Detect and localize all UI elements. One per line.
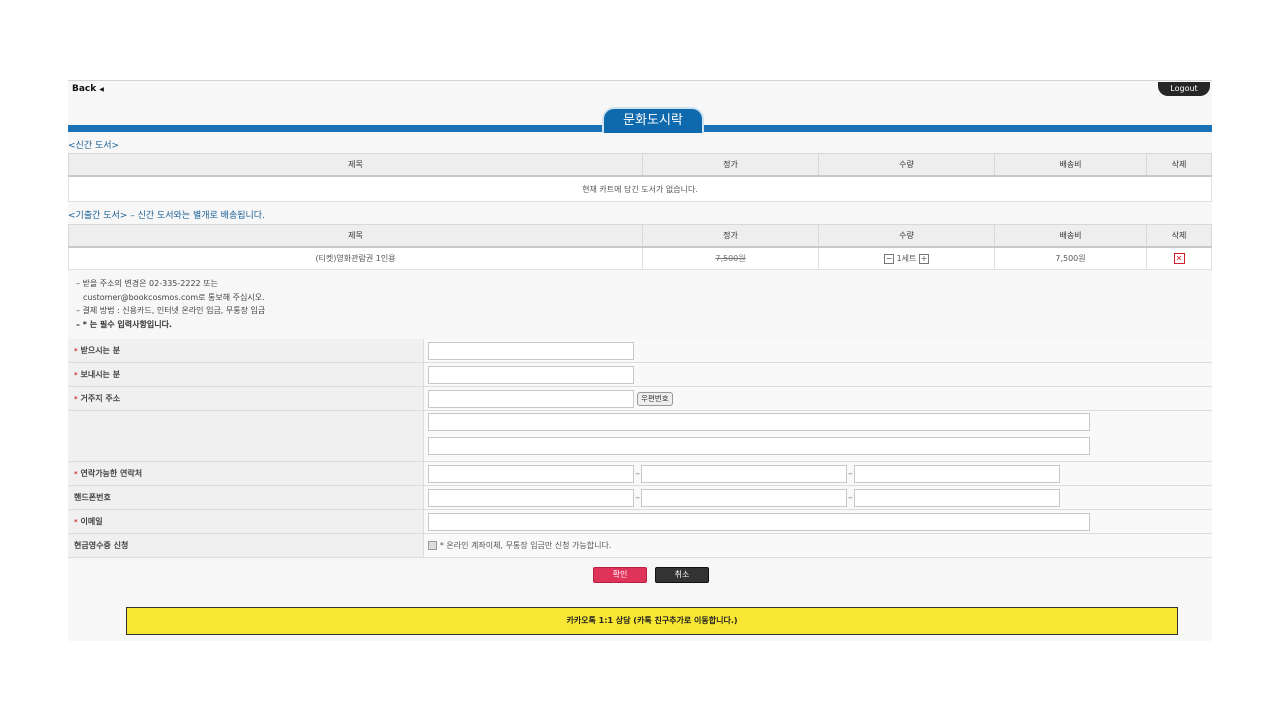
phone-part3-input[interactable] xyxy=(854,464,1060,483)
note-line: – * 는 필수 입력사항입니다. xyxy=(76,319,172,329)
recipient-cell xyxy=(423,339,1212,363)
note-line: – 결제 방법 : 신용카드, 인터넷 온라인 입금, 무통장 입금 xyxy=(76,306,266,315)
item-shipping: 7,500원 xyxy=(994,246,1147,270)
required-mark: * xyxy=(74,371,78,379)
item-delete-cell: ✕ xyxy=(1146,246,1212,270)
empty-cart-message: 현재 카트에 담긴 도서가 없습니다. xyxy=(68,175,1212,202)
mobile-label: 핸드폰번호 xyxy=(68,485,424,510)
address-line1-input[interactable] xyxy=(428,413,1090,431)
zipcode-input[interactable] xyxy=(428,389,634,408)
item-price-value: 7,500원 xyxy=(715,254,746,263)
table-header-row: 제목 정가 수량 배송비 삭제 xyxy=(68,224,1212,248)
col-delete: 삭제 xyxy=(1146,224,1212,248)
address-detail-label xyxy=(68,410,424,462)
phone-part2-input[interactable] xyxy=(641,464,847,483)
note-line: – 받을 주소의 변경은 02-335-2222 또는 xyxy=(76,279,218,288)
recipient-label: * 받으시는 분 xyxy=(68,339,424,363)
address-label-text: 거주지 주소 xyxy=(80,394,121,403)
recipient-label-text: 받으시는 분 xyxy=(80,346,121,355)
phone-part1-input[interactable] xyxy=(428,464,634,483)
shipping-form: * 받으시는 분 * 보내시는 분 * 거주지 주소 우편번호 * 연락가능한 … xyxy=(68,339,1212,558)
receipt-label: 현금영수증 신청 xyxy=(68,533,424,558)
recipient-input[interactable] xyxy=(428,341,634,360)
cancel-button[interactable]: 취소 xyxy=(655,567,709,583)
old-books-title: <기출간 도서> xyxy=(68,211,128,221)
address-detail-cell xyxy=(423,410,1212,462)
col-title: 제목 xyxy=(68,153,643,177)
email-input[interactable] xyxy=(428,512,1090,531)
sender-label: * 보내시는 분 xyxy=(68,362,424,387)
confirm-button[interactable]: 확인 xyxy=(593,567,647,583)
form-row: * 받으시는 분 xyxy=(68,339,1212,363)
required-mark: * xyxy=(74,518,78,526)
required-mark: * xyxy=(74,470,78,478)
zipcode-cell: 우편번호 xyxy=(423,386,1212,411)
email-label: * 이메일 xyxy=(68,509,424,534)
qty-plus-button[interactable]: + xyxy=(918,253,929,264)
separator: – xyxy=(635,468,640,479)
contact-label-text: 연락가능한 연락처 xyxy=(80,469,143,478)
form-row: 현금영수증 신청 * 온라인 계좌이체, 무통장 입금만 신청 가능합니다. xyxy=(68,533,1212,558)
col-shipping: 배송비 xyxy=(994,224,1147,248)
page-title: 문화도시락 xyxy=(602,107,704,133)
item-title: (티켓)영화관람권 1인용 xyxy=(68,246,643,270)
new-books-table: 제목 정가 수량 배송비 삭제 현재 카트에 담긴 도서가 없습니다. xyxy=(68,153,1212,202)
kakao-chat-button[interactable]: 카카오톡 1:1 상담 (카톡 친구추가로 이동합니다.) xyxy=(126,607,1178,635)
required-mark: * xyxy=(74,347,78,355)
back-button[interactable]: Back ◀ xyxy=(72,84,104,94)
form-row: 핸드폰번호 – – xyxy=(68,485,1212,510)
col-price: 정가 xyxy=(642,224,819,248)
sender-cell xyxy=(423,362,1212,387)
col-qty: 수량 xyxy=(818,153,995,177)
receipt-cell: * 온라인 계좌이체, 무통장 입금만 신청 가능합니다. xyxy=(423,533,1212,558)
old-books-note: – 신간 도서와는 별개로 배송됩니다. xyxy=(130,211,265,221)
new-books-label: <신간 도서> xyxy=(68,141,120,151)
receipt-checkbox[interactable] xyxy=(428,541,437,550)
sender-input[interactable] xyxy=(428,365,634,384)
mobile-part1-input[interactable] xyxy=(428,488,634,507)
separator: – xyxy=(848,492,853,503)
form-row: * 이메일 xyxy=(68,509,1212,534)
email-cell xyxy=(423,509,1212,534)
address-line2-input[interactable] xyxy=(428,437,1090,455)
separator: – xyxy=(635,492,640,503)
item-qty-cell: − 1세트 + xyxy=(818,246,995,270)
contact-label: * 연락가능한 연락처 xyxy=(68,461,424,486)
mobile-part2-input[interactable] xyxy=(641,488,847,507)
form-row: * 연락가능한 연락처 – – xyxy=(68,461,1212,486)
left-triangle-icon: ◀ xyxy=(99,85,104,93)
logout-button[interactable]: Logout xyxy=(1158,82,1210,96)
old-books-table: 제목 정가 수량 배송비 삭제 (티켓)영화관람권 1인용 7,500원 − 1… xyxy=(68,224,1212,270)
order-notes: – 받을 주소의 변경은 02-335-2222 또는 customer@boo… xyxy=(76,277,265,331)
col-price: 정가 xyxy=(642,153,819,177)
item-qty: 1세트 xyxy=(896,254,917,263)
old-books-label: <기출간 도서> – 신간 도서와는 별개로 배송됩니다. xyxy=(68,208,265,221)
separator: – xyxy=(848,468,853,479)
order-page: Back ◀ Logout 문화도시락 <신간 도서> 제목 정가 수량 배송비… xyxy=(68,80,1212,641)
empty-row: 현재 카트에 담긴 도서가 없습니다. xyxy=(68,175,1212,202)
sender-label-text: 보내시는 분 xyxy=(80,370,121,379)
item-price: 7,500원 xyxy=(642,246,819,270)
mobile-cell: – – xyxy=(423,485,1212,510)
contact-cell: – – xyxy=(423,461,1212,486)
mobile-part3-input[interactable] xyxy=(854,488,1060,507)
col-title: 제목 xyxy=(68,224,643,248)
required-mark: * xyxy=(74,395,78,403)
col-qty: 수량 xyxy=(818,224,995,248)
qty-minus-button[interactable]: − xyxy=(884,253,895,264)
delete-icon[interactable]: ✕ xyxy=(1173,253,1185,264)
col-shipping: 배송비 xyxy=(994,153,1147,177)
back-label: Back xyxy=(72,84,97,94)
note-line: customer@bookcosmos.com로 통보해 주십시오. xyxy=(83,292,265,302)
form-row: * 거주지 주소 우편번호 xyxy=(68,386,1212,411)
table-row: (티켓)영화관람권 1인용 7,500원 − 1세트 + 7,500원 ✕ xyxy=(68,246,1212,270)
form-row: * 보내시는 분 xyxy=(68,362,1212,387)
zipcode-button[interactable]: 우편번호 xyxy=(637,391,673,406)
email-label-text: 이메일 xyxy=(80,517,103,526)
table-header-row: 제목 정가 수량 배송비 삭제 xyxy=(68,153,1212,177)
receipt-note: * 온라인 계좌이체, 무통장 입금만 신청 가능합니다. xyxy=(439,541,612,550)
address-label: * 거주지 주소 xyxy=(68,386,424,411)
col-delete: 삭제 xyxy=(1146,153,1212,177)
form-row xyxy=(68,410,1212,462)
